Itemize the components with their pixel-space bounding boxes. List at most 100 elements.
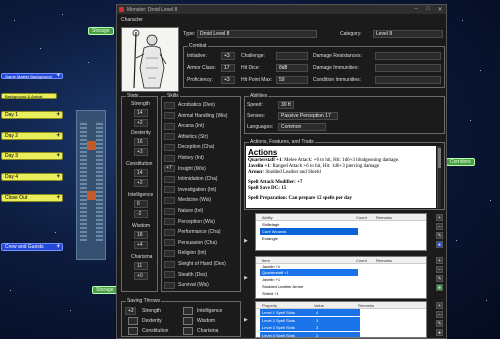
armor-class-field[interactable]: 17 xyxy=(221,64,235,72)
senses-field[interactable]: Passive Perception 17 xyxy=(278,112,338,120)
skill-value[interactable] xyxy=(164,143,175,151)
skill-value[interactable] xyxy=(164,101,175,109)
hit-dice-field[interactable]: 8d8 xyxy=(276,64,308,72)
item-row[interactable]: Studded Leather Armor xyxy=(256,283,426,290)
item-row[interactable]: Javelin +1 xyxy=(256,276,426,283)
window-titlebar[interactable]: Monster: Droid Level 8 – □ ✕ xyxy=(117,5,446,14)
damage-resistances-field[interactable] xyxy=(375,52,441,60)
skill-row[interactable]: +7 Insight (Wis) xyxy=(164,165,206,173)
edit-item-button[interactable]: ✎ xyxy=(436,275,443,282)
skill-row[interactable]: History (Int) xyxy=(164,154,204,162)
edit-property-button[interactable]: ✎ xyxy=(436,320,443,327)
bookmark-day-1[interactable]: Day 1 + xyxy=(1,111,63,119)
bookmark-close-out[interactable]: Close Out + xyxy=(1,194,63,202)
category-field[interactable]: Level 8 xyxy=(373,30,443,38)
item-row[interactable]: Shield +1 xyxy=(256,290,426,297)
skill-row[interactable]: Religion (Int) xyxy=(164,249,206,257)
skill-row[interactable]: Persuasion (Cha) xyxy=(164,239,217,247)
skill-row[interactable]: Perception (Wis) xyxy=(164,218,215,226)
strength-score[interactable]: 14 xyxy=(134,109,148,117)
add-ability-button[interactable]: + xyxy=(436,214,443,221)
remove-ability-button[interactable]: − xyxy=(436,223,443,230)
skill-value[interactable] xyxy=(164,112,175,120)
skill-value[interactable] xyxy=(164,281,175,289)
remove-property-button[interactable]: − xyxy=(436,311,443,318)
wisdom-score[interactable]: 18 xyxy=(134,231,148,239)
skill-value[interactable] xyxy=(164,207,175,215)
item-table[interactable]: Item Count Remarks Javelin +1 Quartersta… xyxy=(255,256,427,299)
skill-value[interactable] xyxy=(164,228,175,236)
speed-field[interactable]: 30 ft xyxy=(278,101,294,109)
challenge-field[interactable] xyxy=(276,52,308,60)
condition-immunities-field[interactable] xyxy=(375,76,441,84)
skill-row[interactable]: Sleight of Hand (Dex) xyxy=(164,260,226,268)
actions-text[interactable]: Actions Quarterstaff +1: Melee Attack: +… xyxy=(246,146,436,208)
property-row[interactable]: Level 3 Spell Slots 3 xyxy=(260,324,360,331)
save-strength-value[interactable]: +2 xyxy=(125,307,136,315)
save-constitution-checkbox[interactable] xyxy=(128,327,138,335)
skill-row[interactable]: Medicine (Wis) xyxy=(164,196,211,204)
add-property-button[interactable]: + xyxy=(436,302,443,309)
property-row[interactable]: Level 1 Spell Slots 4 xyxy=(260,309,360,316)
item-col-header[interactable]: Item xyxy=(256,258,356,263)
add-item-button[interactable]: + xyxy=(436,257,443,264)
type-field[interactable]: Droid Level 8 xyxy=(197,30,317,38)
save-intelligence-checkbox[interactable] xyxy=(183,307,193,315)
skill-value[interactable] xyxy=(164,196,175,204)
item-info-button[interactable]: ● xyxy=(436,284,443,291)
item-count-col-header[interactable]: Count xyxy=(356,258,376,263)
hit-point-max-field[interactable]: 59 xyxy=(276,76,308,84)
bookmark-day-3[interactable]: Day 3 + xyxy=(1,152,63,160)
item-table-expand-icon[interactable]: ▶ xyxy=(244,275,248,281)
item-remarks-col-header[interactable]: Remarks xyxy=(376,258,392,263)
initiative-field[interactable]: +3 xyxy=(221,52,235,60)
languages-field[interactable]: Common xyxy=(278,123,326,131)
maximize-icon[interactable]: □ xyxy=(422,6,434,13)
proficiency-field[interactable]: +3 xyxy=(221,76,235,84)
ability-info-button[interactable]: ● xyxy=(436,241,443,248)
remove-item-button[interactable]: − xyxy=(436,266,443,273)
property-remarks-col-header[interactable]: Remarks xyxy=(358,303,374,308)
skill-value[interactable] xyxy=(164,175,175,183)
skill-value[interactable] xyxy=(164,249,175,257)
constitution-score[interactable]: 14 xyxy=(134,169,148,177)
value-col-header[interactable]: Value xyxy=(314,303,358,308)
corridors-tag[interactable]: Corridors xyxy=(446,158,475,166)
property-info-button[interactable]: ● xyxy=(436,329,443,336)
ability-row-selected[interactable]: Cure Wounds xyxy=(260,228,358,235)
skill-value[interactable] xyxy=(164,154,175,162)
intelligence-score[interactable]: 6 xyxy=(134,200,148,208)
skill-value[interactable]: +7 xyxy=(164,165,175,173)
skill-value[interactable] xyxy=(164,122,175,130)
ability-count-col-header[interactable]: Count xyxy=(356,215,376,220)
save-dexterity-checkbox[interactable] xyxy=(128,317,138,325)
storage-tag-bottom[interactable]: Storage xyxy=(92,286,118,294)
skill-value[interactable] xyxy=(164,239,175,247)
skill-row[interactable]: Arcana (Int) xyxy=(164,122,204,130)
charisma-score[interactable]: 11 xyxy=(134,262,148,270)
ability-row[interactable]: Entangle xyxy=(256,235,426,242)
property-row[interactable]: Level 2 Spell Slots 3 xyxy=(260,316,360,324)
ability-table[interactable]: Ability Count Remarks Shillelagh Cure Wo… xyxy=(255,213,427,251)
bookmark-background-arrival[interactable]: Background & Arrival xyxy=(1,93,57,99)
edit-ability-button[interactable]: ✎ xyxy=(436,232,443,239)
monster-portrait[interactable] xyxy=(121,27,179,92)
save-wisdom-checkbox[interactable] xyxy=(183,317,193,325)
minimize-icon[interactable]: – xyxy=(410,6,422,13)
property-row[interactable]: Level 4 Spell Slots 2 xyxy=(260,331,360,337)
ability-table-expand-icon[interactable]: ▶ xyxy=(244,238,248,244)
skill-row[interactable]: Acrobatics (Dex) xyxy=(164,101,215,109)
bookmark-day-4[interactable]: Day 4 + xyxy=(1,173,63,181)
skill-row[interactable]: Deception (Cha) xyxy=(164,143,214,151)
item-row-selected[interactable]: Quarterstaff +1 xyxy=(260,269,358,276)
property-table[interactable]: Property Value Remarks Level 1 Spell Slo… xyxy=(255,301,427,338)
skill-row[interactable]: Performance (Cha) xyxy=(164,228,221,236)
skill-row[interactable]: Investigation (Int) xyxy=(164,186,216,194)
save-charisma-checkbox[interactable] xyxy=(183,327,193,335)
ability-col-header[interactable]: Ability xyxy=(256,215,356,220)
skill-value[interactable] xyxy=(164,260,175,268)
property-col-header[interactable]: Property xyxy=(256,303,314,308)
skill-row[interactable]: Stealth (Dex) xyxy=(164,271,207,279)
bookmark-crew-and-guests[interactable]: Crew and Guests + xyxy=(1,243,63,251)
ability-remarks-col-header[interactable]: Remarks xyxy=(376,215,392,220)
